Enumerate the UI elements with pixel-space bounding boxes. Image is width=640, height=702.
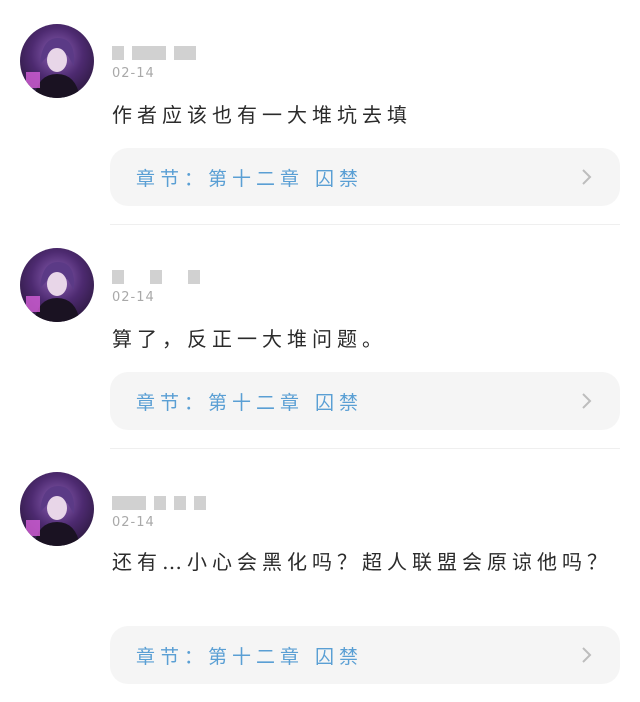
username-masked (112, 269, 200, 285)
comment-text: 算了，反正一大堆问题。 (112, 327, 387, 351)
avatar-image (26, 262, 80, 322)
chevron-right-icon (576, 391, 596, 411)
chevron-right-icon (576, 645, 596, 665)
comment-text: 还有…小心会黑化吗？超人联盟会原谅他吗？ (112, 550, 612, 574)
chapter-label: 章节：第十二章 囚禁 (136, 645, 364, 668)
chapter-link[interactable]: 章节：第十二章 囚禁 (110, 148, 620, 206)
avatar-image (26, 486, 80, 546)
avatar[interactable] (20, 248, 94, 322)
comment-date: 02-14 (112, 290, 155, 305)
comment-date: 02-14 (112, 515, 155, 530)
avatar[interactable] (20, 472, 94, 546)
comment-date: 02-14 (112, 66, 155, 81)
comment-text: 作者应该也有一大堆坑去填 (112, 103, 412, 127)
username-masked (112, 495, 206, 511)
chapter-link[interactable]: 章节：第十二章 囚禁 (110, 626, 620, 684)
chapter-label: 章节：第十二章 囚禁 (136, 391, 364, 414)
chevron-right-icon (576, 167, 596, 187)
avatar[interactable] (20, 24, 94, 98)
divider (110, 224, 620, 225)
divider (110, 448, 620, 449)
username-masked (112, 45, 196, 61)
chapter-link[interactable]: 章节：第十二章 囚禁 (110, 372, 620, 430)
avatar-image (26, 38, 80, 98)
chapter-label: 章节：第十二章 囚禁 (136, 167, 364, 190)
